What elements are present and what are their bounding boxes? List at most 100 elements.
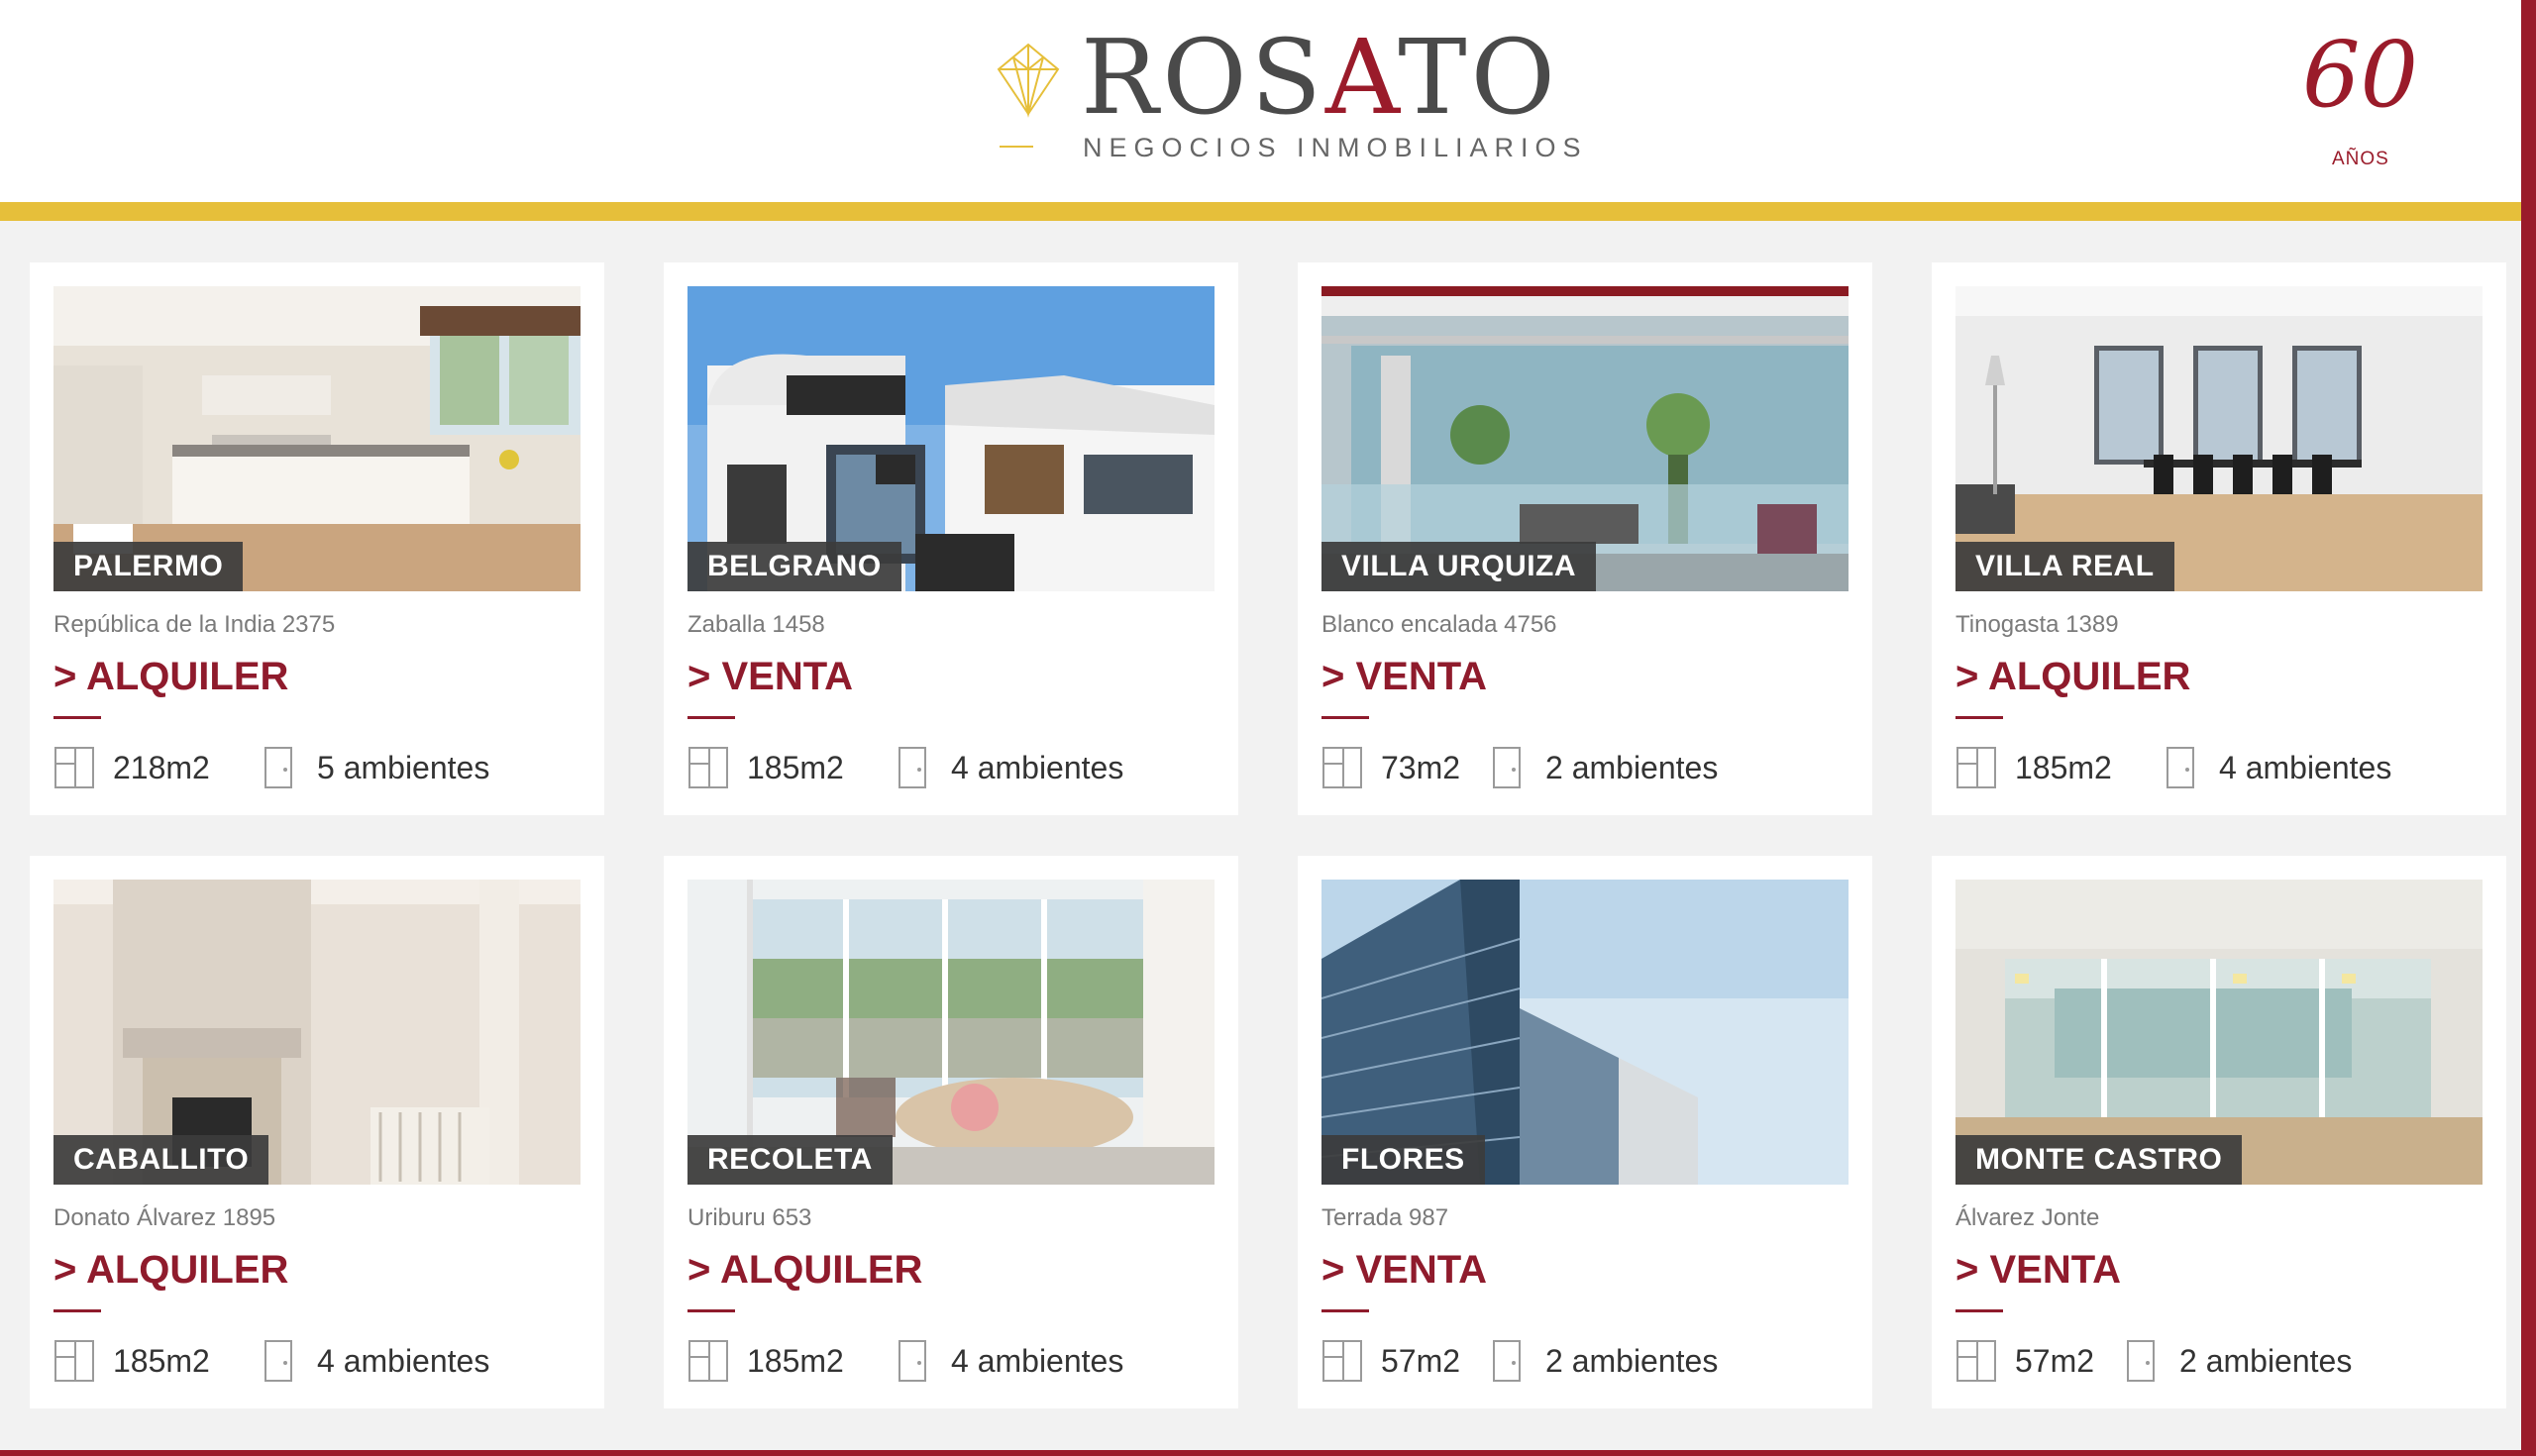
operation-underline <box>1321 1309 1369 1312</box>
anniversary-label: AÑOS <box>2332 149 2389 169</box>
neighborhood-tag: RECOLETA <box>687 1135 893 1185</box>
area-value: 218m2 <box>113 749 210 785</box>
area-value: 185m2 <box>2015 749 2112 785</box>
floorplan-icon <box>1956 1340 1996 1382</box>
listing-card[interactable]: PALERMO República de la India 2375 > ALQ… <box>30 262 604 815</box>
operation-link[interactable]: > ALQUILER <box>1955 655 2190 699</box>
rooms-feature: 4 ambientes <box>892 746 1123 789</box>
rooms-feature: 4 ambientes <box>2160 746 2391 789</box>
operation-underline <box>1955 716 2003 719</box>
operation-link[interactable]: > ALQUILER <box>687 1248 922 1293</box>
neighborhood-tag: BELGRANO <box>687 542 901 591</box>
operation-link[interactable]: > VENTA <box>687 655 853 699</box>
door-icon <box>264 747 292 788</box>
operation-underline <box>687 1309 735 1312</box>
area-value: 185m2 <box>747 749 844 785</box>
floorplan-icon <box>688 1340 728 1382</box>
rooms-value: 2 ambientes <box>1545 1342 1719 1379</box>
operation-underline <box>1955 1309 2003 1312</box>
scrollbar-track[interactable] <box>2521 0 2536 1456</box>
listing-card[interactable]: VILLA URQUIZA Blanco encalada 4756 > VEN… <box>1298 262 1872 815</box>
rooms-feature: 4 ambientes <box>258 1339 489 1383</box>
operation-underline <box>53 716 101 719</box>
listing-address: Blanco encalada 4756 <box>1321 611 1557 638</box>
area-value: 185m2 <box>113 1342 210 1379</box>
listing-photo[interactable]: VILLA REAL <box>1955 286 2483 591</box>
listing-photo[interactable]: BELGRANO <box>687 286 1215 591</box>
listing-card[interactable]: VILLA REAL Tinogasta 1389 > ALQUILER 185… <box>1932 262 2506 815</box>
area-feature: 185m2 <box>687 746 844 789</box>
listing-card[interactable]: RECOLETA Uriburu 653 > ALQUILER 185m2 4 … <box>664 856 1238 1408</box>
listing-address: Terrada 987 <box>1321 1204 1449 1231</box>
door-icon <box>898 747 926 788</box>
operation-link[interactable]: > VENTA <box>1321 655 1487 699</box>
diamond-logo-icon <box>997 43 1060 118</box>
floorplan-icon <box>1322 747 1362 788</box>
area-value: 57m2 <box>2015 1342 2095 1379</box>
listing-address: Zaballa 1458 <box>687 611 825 638</box>
rooms-value: 4 ambientes <box>951 1342 1124 1379</box>
door-icon <box>2127 1340 2155 1382</box>
floorplan-icon <box>688 747 728 788</box>
listing-photo[interactable]: RECOLETA <box>687 880 1215 1185</box>
rooms-value: 4 ambientes <box>2219 749 2392 785</box>
rooms-feature: 2 ambientes <box>1486 1339 1718 1383</box>
header-divider <box>0 202 2521 221</box>
neighborhood-tag: VILLA URQUIZA <box>1321 542 1597 591</box>
door-icon <box>898 1340 926 1382</box>
area-feature: 73m2 <box>1321 746 1460 789</box>
listing-photo[interactable]: PALERMO <box>53 286 581 591</box>
listing-address: República de la India 2375 <box>53 611 336 638</box>
site-header: ROSATO NEGOCIOS INMOBILIARIOS 60 AÑOS <box>0 0 2521 202</box>
footer-strip <box>0 1450 2536 1456</box>
listing-address: Tinogasta 1389 <box>1955 611 2119 638</box>
door-icon <box>2166 747 2194 788</box>
area-feature: 57m2 <box>1321 1339 1460 1383</box>
anniversary-number: 60 <box>2302 22 2419 128</box>
listing-address: Álvarez Jonte <box>1955 1204 2100 1231</box>
listing-address: Donato Álvarez 1895 <box>53 1204 276 1231</box>
operation-underline <box>1321 716 1369 719</box>
operation-link[interactable]: > VENTA <box>1955 1248 2121 1293</box>
operation-link[interactable]: > ALQUILER <box>53 1248 288 1293</box>
floorplan-icon <box>54 1340 94 1382</box>
listing-card[interactable]: CABALLITO Donato Álvarez 1895 > ALQUILER… <box>30 856 604 1408</box>
rooms-value: 2 ambientes <box>1545 749 1719 785</box>
area-feature: 218m2 <box>53 746 210 789</box>
floorplan-icon <box>1956 747 1996 788</box>
floorplan-icon <box>54 747 94 788</box>
door-icon <box>1493 1340 1521 1382</box>
listing-photo[interactable]: CABALLITO <box>53 880 581 1185</box>
area-feature: 185m2 <box>1955 746 2112 789</box>
brand-tagline: NEGOCIOS INMOBILIARIOS <box>1083 133 1588 162</box>
door-icon <box>1493 747 1521 788</box>
area-value: 57m2 <box>1381 1342 1461 1379</box>
neighborhood-tag: VILLA REAL <box>1955 542 2174 591</box>
operation-link[interactable]: > VENTA <box>1321 1248 1487 1293</box>
operation-link[interactable]: > ALQUILER <box>53 655 288 699</box>
listing-card[interactable]: FLORES Terrada 987 > VENTA 57m2 2 ambien… <box>1298 856 1872 1408</box>
listing-card[interactable]: MONTE CASTRO Álvarez Jonte > VENTA 57m2 … <box>1932 856 2506 1408</box>
neighborhood-tag: PALERMO <box>53 542 244 591</box>
brand-logo[interactable]: ROSATO NEGOCIOS INMOBILIARIOS <box>994 26 1581 176</box>
area-value: 73m2 <box>1381 749 1461 785</box>
door-icon <box>264 1340 292 1382</box>
floorplan-icon <box>1322 1340 1362 1382</box>
anniversary-badge: 60 AÑOS <box>2294 22 2433 170</box>
neighborhood-tag: FLORES <box>1321 1135 1485 1185</box>
brand-wordmark: ROSATO <box>1081 17 1559 138</box>
rooms-value: 5 ambientes <box>317 749 490 785</box>
listing-card[interactable]: BELGRANO Zaballa 1458 > VENTA 185m2 4 am… <box>664 262 1238 815</box>
listing-address: Uriburu 653 <box>687 1204 812 1231</box>
rooms-feature: 4 ambientes <box>892 1339 1123 1383</box>
rooms-feature: 5 ambientes <box>258 746 489 789</box>
operation-underline <box>53 1309 101 1312</box>
area-feature: 185m2 <box>687 1339 844 1383</box>
listing-photo[interactable]: MONTE CASTRO <box>1955 880 2483 1185</box>
neighborhood-tag: MONTE CASTRO <box>1955 1135 2243 1185</box>
listing-photo[interactable]: VILLA URQUIZA <box>1321 286 1849 591</box>
operation-underline <box>687 716 735 719</box>
area-feature: 185m2 <box>53 1339 210 1383</box>
area-feature: 57m2 <box>1955 1339 2094 1383</box>
listing-photo[interactable]: FLORES <box>1321 880 1849 1185</box>
